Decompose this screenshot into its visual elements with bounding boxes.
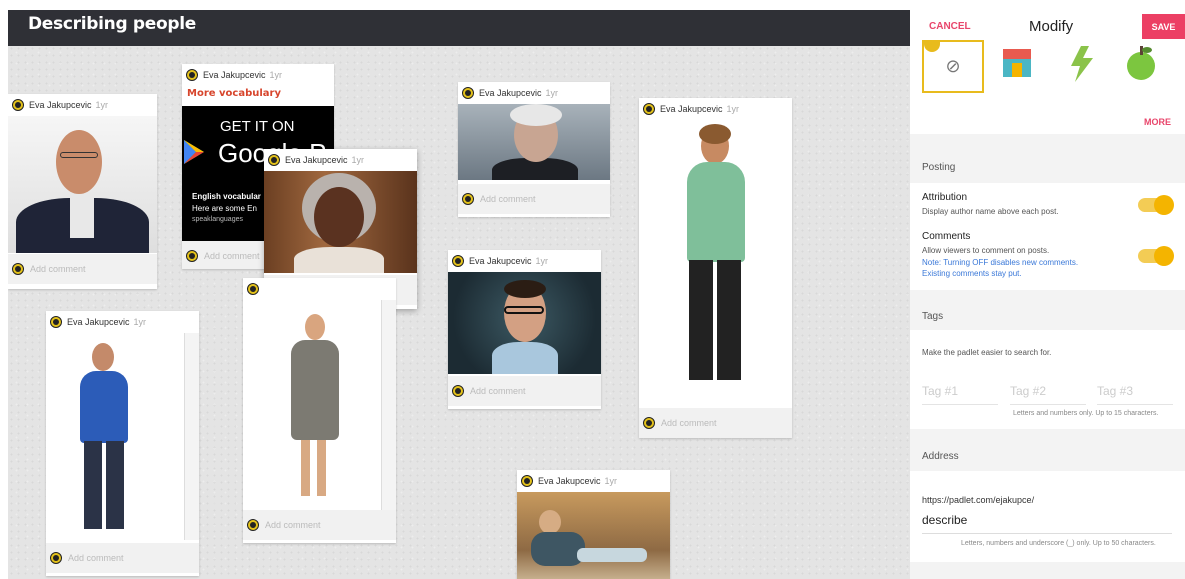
post-card[interactable]: Eva Jakupcevic 1yr <box>517 470 670 579</box>
post-image[interactable] <box>639 120 792 402</box>
avatar <box>643 417 655 429</box>
attribution-toggle[interactable] <box>1138 195 1174 215</box>
avatar <box>247 519 259 531</box>
add-comment[interactable]: Add comment <box>448 376 601 406</box>
post-author: Eva Jakupcevic 1yr <box>458 82 610 104</box>
post-author: Eva Jakupcevic 1yr <box>448 250 601 272</box>
avatar <box>50 552 62 564</box>
post-image[interactable] <box>264 171 417 273</box>
comments-label: Comments <box>922 231 971 242</box>
post-card[interactable]: Eva Jakupcevic1yr Add comment <box>46 311 199 576</box>
get-it-on-text: GET IT ON <box>220 118 295 135</box>
address-section-title: Address <box>922 451 959 462</box>
panel-title: Modify <box>1029 18 1074 35</box>
post-image[interactable] <box>448 272 601 374</box>
board-title: Describing people <box>28 14 197 34</box>
tags-settings: Make the padlet easier to search for. Le… <box>910 330 1185 429</box>
more-themes-link[interactable]: MORE <box>1144 117 1171 127</box>
posting-section-title: Posting <box>922 162 956 173</box>
comments-toggle[interactable] <box>1138 246 1174 266</box>
link-description: Here are some En <box>192 204 257 213</box>
tag-input-3[interactable]: Tag #3 <box>1097 384 1173 405</box>
save-button[interactable]: SAVE <box>1142 14 1185 39</box>
avatar <box>462 87 474 99</box>
avatar <box>186 250 198 262</box>
tag-input-2[interactable]: Tag #2 <box>1010 384 1086 405</box>
avatar <box>462 193 474 205</box>
theme-option-store-icon[interactable] <box>1000 47 1034 81</box>
theme-option-apple-icon[interactable] <box>1124 44 1158 82</box>
post-author: Eva Jakupcevic 1yr <box>264 149 417 171</box>
avatar <box>268 154 280 166</box>
posting-settings: Attribution Display author name above ea… <box>910 183 1185 290</box>
cancel-button[interactable]: CANCEL <box>929 21 971 32</box>
tags-section-title: Tags <box>922 311 944 322</box>
post-image[interactable] <box>458 104 610 180</box>
post-image[interactable] <box>8 116 157 253</box>
avatar <box>452 255 464 267</box>
post-image[interactable] <box>243 300 396 510</box>
link-domain: speaklanguages <box>192 216 243 223</box>
post-image[interactable] <box>46 333 199 540</box>
address-url-prefix: https://padlet.com/ejakupce/ <box>922 495 1035 505</box>
post-author: Eva Jakupcevic 1yr <box>639 98 792 120</box>
padlet-board: Describing people Eva Jakupcevic 1yr Add … <box>8 10 910 579</box>
tag-input-1[interactable]: Tag #1 <box>922 384 998 405</box>
attribution-description: Display author name above each post. <box>922 207 1059 216</box>
panel-header: CANCEL Modify SAVE ⊘ MORE <box>910 0 1185 134</box>
add-comment[interactable]: Add comment <box>458 184 610 214</box>
google-play-icon <box>184 140 204 164</box>
avatar <box>50 316 62 328</box>
post-card[interactable]: Eva Jakupcevic1yr Add comment <box>458 82 610 217</box>
add-comment[interactable]: Add comment <box>8 254 157 284</box>
post-card[interactable]: Eva Jakupcevic1yr Add comment <box>8 94 157 289</box>
comments-note-2: Existing comments stay put. <box>922 269 1022 278</box>
comments-note: Note: Turning OFF disables new comments. <box>922 258 1079 267</box>
avatar <box>643 103 655 115</box>
avatar <box>521 475 533 487</box>
post-author: Eva Jakupcevic 1yr <box>517 470 670 492</box>
post-card[interactable]: Eva Jakupcevic1yr Add comment <box>448 250 601 409</box>
avatar <box>12 99 24 111</box>
address-input[interactable]: describe <box>922 513 1172 534</box>
add-comment[interactable]: Add comment <box>639 408 792 438</box>
avatar <box>452 385 464 397</box>
add-comment[interactable]: Add comment <box>243 510 396 540</box>
theme-option-lightning-icon[interactable] <box>1069 46 1095 82</box>
post-card[interactable]: Add comment <box>243 278 396 543</box>
post-card[interactable]: Eva Jakupcevic1yr Add comment <box>639 98 792 438</box>
address-hint: Letters, numbers and underscore (_) only… <box>961 540 1156 547</box>
link-title: English vocabular <box>192 192 261 201</box>
add-comment[interactable]: Add comment <box>46 543 199 573</box>
comments-description: Allow viewers to comment on posts. <box>922 246 1050 255</box>
post-author <box>243 278 396 300</box>
post-subject: More vocabulary <box>187 88 281 99</box>
attribution-label: Attribution <box>922 192 968 203</box>
tags-description: Make the padlet easier to search for. <box>922 348 1052 357</box>
post-author: Eva Jakupcevic 1yr <box>8 94 157 116</box>
avatar <box>12 263 24 275</box>
post-author: Eva Jakupcevic 1yr <box>182 64 334 86</box>
settings-panel: CANCEL Modify SAVE ⊘ MORE Posting Attrib… <box>910 0 1185 579</box>
avatar <box>247 283 259 295</box>
tags-hint: Letters and numbers only. Up to 15 chara… <box>1013 410 1159 417</box>
post-author: Eva Jakupcevic 1yr <box>46 311 199 333</box>
no-theme-icon: ⊘ <box>945 56 961 76</box>
avatar <box>186 69 198 81</box>
post-image[interactable] <box>517 492 670 579</box>
board-header: Describing people <box>8 10 910 46</box>
